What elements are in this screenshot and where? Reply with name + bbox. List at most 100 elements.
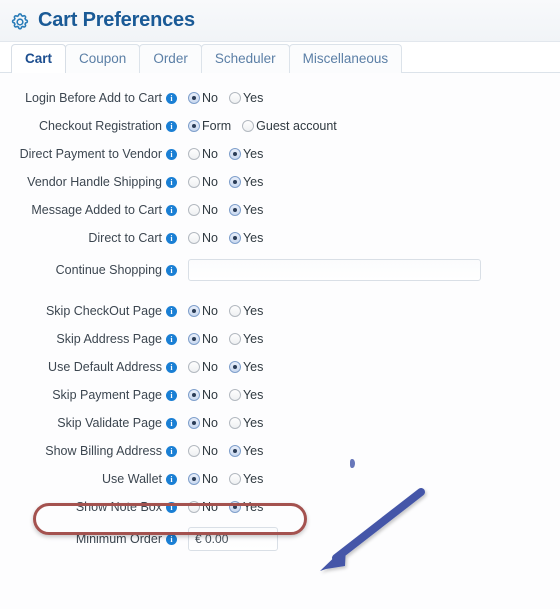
info-icon[interactable]: i (166, 389, 177, 401)
radio-label: No (202, 175, 218, 189)
radio-label: Yes (242, 472, 264, 486)
radio-option-vendor-handle-shipping-yes[interactable]: Yes (228, 175, 263, 189)
info-icon[interactable]: i (166, 473, 177, 485)
radio-label: No (202, 304, 218, 318)
page-title: Cart Preferences (38, 9, 195, 31)
setting-control-message-added-to-cart: No Yes (188, 203, 263, 217)
radio-option-use-default-address-no[interactable]: No (188, 360, 218, 374)
info-icon[interactable]: i (166, 445, 177, 457)
radio-button[interactable] (228, 333, 241, 345)
tab-order[interactable]: Order (139, 44, 202, 73)
radio-option-direct-to-cart-no[interactable]: No (188, 231, 218, 245)
radio-option-show-note-box-yes[interactable]: Yes (228, 500, 263, 514)
radio-option-skip-checkout-page-yes[interactable]: Yes (228, 304, 264, 318)
radio-option-use-wallet-no[interactable]: No (188, 472, 218, 486)
info-icon[interactable]: i (166, 333, 177, 345)
setting-label-show-note-box: Show Note Box i (0, 500, 188, 515)
setting-label-login-before-add-to-cart: Login Before Add to Cart i (0, 91, 188, 106)
radio-button[interactable] (228, 501, 241, 513)
radio-label: Yes (242, 304, 264, 318)
setting-control-skip-address-page: No Yes (188, 332, 263, 346)
info-icon[interactable]: i (166, 120, 177, 132)
radio-label: No (202, 231, 218, 245)
info-icon[interactable]: i (166, 417, 177, 429)
tab-cart[interactable]: Cart (11, 44, 67, 73)
radio-button[interactable] (188, 305, 200, 317)
radio-option-skip-validate-page-yes[interactable]: Yes (228, 416, 263, 430)
radio-option-skip-payment-page-yes[interactable]: Yes (228, 388, 263, 402)
page-header: Cart Preferences (0, 0, 560, 42)
radio-option-vendor-handle-shipping-no[interactable]: No (188, 175, 218, 189)
setting-control-direct-payment-to-vendor: No Yes (188, 147, 263, 161)
text-input-minimum-order[interactable] (188, 527, 278, 551)
radio-button[interactable] (188, 445, 200, 457)
radio-button[interactable] (228, 204, 241, 216)
radio-option-login-before-add-to-cart-yes[interactable]: Yes (228, 91, 263, 105)
label-text: Minimum Order (75, 531, 162, 546)
radio-button[interactable] (188, 148, 200, 160)
radio-option-direct-payment-to-vendor-no[interactable]: No (188, 147, 218, 161)
radio-button[interactable] (188, 232, 200, 244)
radio-button[interactable] (228, 176, 241, 188)
info-icon[interactable]: i (166, 264, 177, 276)
radio-option-skip-payment-page-no[interactable]: No (188, 388, 218, 402)
radio-option-login-before-add-to-cart-no[interactable]: No (188, 91, 218, 105)
radio-option-direct-payment-to-vendor-yes[interactable]: Yes (228, 147, 263, 161)
radio-button[interactable] (228, 473, 241, 485)
radio-button[interactable] (188, 204, 200, 216)
radio-button[interactable] (242, 120, 255, 132)
radio-option-show-billing-address-yes[interactable]: Yes (228, 444, 263, 458)
radio-button[interactable] (228, 361, 241, 373)
radio-option-use-default-address-yes[interactable]: Yes (228, 360, 263, 374)
tab-miscellaneous[interactable]: Miscellaneous (288, 44, 403, 73)
radio-button[interactable] (228, 148, 241, 160)
radio-button[interactable] (228, 445, 241, 457)
radio-option-skip-validate-page-no[interactable]: No (188, 416, 218, 430)
label-text: Login Before Add to Cart (25, 90, 162, 105)
radio-option-skip-checkout-page-no[interactable]: No (188, 304, 218, 318)
radio-option-skip-address-page-no[interactable]: No (188, 332, 218, 346)
radio-option-show-billing-address-no[interactable]: No (188, 444, 218, 458)
radio-button[interactable] (228, 417, 241, 429)
radio-option-checkout-registration-form[interactable]: Form (188, 119, 231, 133)
setting-label-continue-shopping: Continue Shopping i (0, 263, 188, 278)
setting-row-skip-checkout-page: Skip CheckOut Page i No Yes (0, 297, 560, 325)
info-icon[interactable]: i (166, 204, 177, 216)
radio-button[interactable] (188, 333, 200, 345)
radio-button[interactable] (188, 92, 200, 104)
setting-control-direct-to-cart: No Yes (188, 231, 263, 245)
info-icon[interactable]: i (166, 176, 177, 188)
radio-option-direct-to-cart-yes[interactable]: Yes (228, 231, 263, 245)
info-icon[interactable]: i (166, 232, 177, 244)
radio-button[interactable] (188, 389, 200, 401)
radio-button[interactable] (188, 120, 200, 132)
radio-option-show-note-box-no[interactable]: No (188, 500, 218, 514)
radio-button[interactable] (188, 417, 200, 429)
radio-button[interactable] (188, 176, 200, 188)
info-icon[interactable]: i (166, 148, 177, 160)
gear-icon (9, 11, 31, 33)
radio-option-message-added-to-cart-no[interactable]: No (188, 203, 218, 217)
info-icon[interactable]: i (166, 501, 177, 513)
radio-option-use-wallet-yes[interactable]: Yes (228, 472, 264, 486)
radio-button[interactable] (228, 232, 241, 244)
radio-button[interactable] (228, 389, 241, 401)
radio-button[interactable] (188, 501, 200, 513)
radio-button[interactable] (188, 361, 200, 373)
radio-button[interactable] (228, 92, 241, 104)
radio-option-checkout-registration-guest-account[interactable]: Guest account (242, 119, 337, 133)
setting-row-skip-validate-page: Skip Validate Page i No Yes (0, 409, 560, 437)
text-input-continue-shopping[interactable] (188, 259, 481, 281)
radio-button[interactable] (228, 305, 241, 317)
info-icon[interactable]: i (166, 305, 177, 317)
info-icon[interactable]: i (166, 92, 177, 104)
info-icon[interactable]: i (166, 361, 177, 373)
tab-coupon[interactable]: Coupon (65, 44, 141, 73)
radio-button[interactable] (188, 473, 200, 485)
radio-option-message-added-to-cart-yes[interactable]: Yes (228, 203, 263, 217)
radio-option-skip-address-page-yes[interactable]: Yes (228, 332, 263, 346)
tab-scheduler[interactable]: Scheduler (200, 44, 290, 73)
radio-label: Form (202, 119, 232, 133)
setting-row-vendor-handle-shipping: Vendor Handle Shipping i No Yes (0, 168, 560, 196)
info-icon[interactable]: i (166, 533, 177, 545)
